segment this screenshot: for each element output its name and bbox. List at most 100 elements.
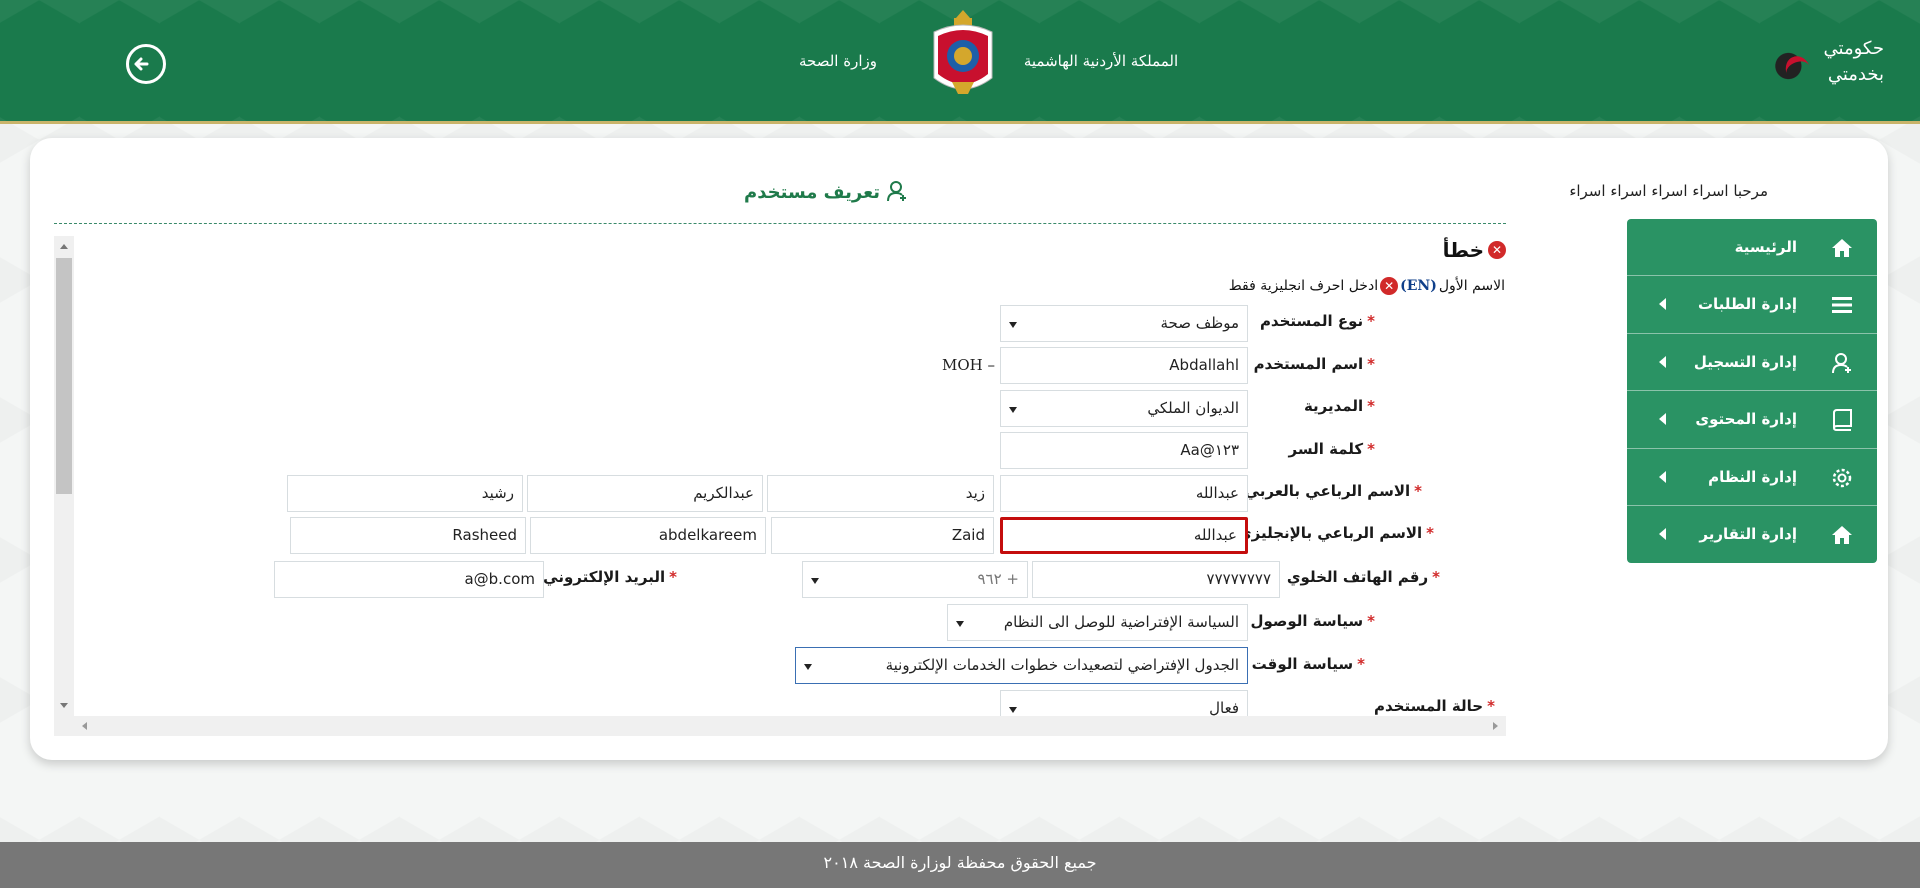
- email-label: *البريد الإلكتروني: [543, 568, 677, 586]
- logout-icon[interactable]: [126, 44, 166, 84]
- welcome-text: مرحبا اسراء اسراء اسراء اسراء: [1569, 182, 1768, 200]
- sidebar-item-registration[interactable]: إدارة التسجيل: [1627, 334, 1877, 392]
- chevron-down-icon: [1009, 322, 1017, 328]
- access-policy-select[interactable]: السياسة الإفتراضية للوصل الى النظام: [947, 604, 1248, 641]
- username-label: *اسم المستخدم: [1253, 355, 1375, 373]
- scroll-right-icon[interactable]: [1493, 722, 1498, 730]
- ministry-branding: وزارة الصحة المملكة الأردنية الهاشمية: [758, 8, 1198, 116]
- coat-of-arms-icon: [933, 10, 993, 94]
- kingdom-name: المملكة الأردنية الهاشمية: [1023, 52, 1179, 70]
- chevron-down-icon: [1009, 407, 1017, 413]
- directorate-value: الديوان الملكي: [1147, 399, 1239, 417]
- time-policy-value: الجدول الإفتراضي لتصعيدات خطوات الخدمات …: [885, 656, 1239, 674]
- footer: جميع الحقوق محفظة لوزارة الصحة ٢٠١٨: [0, 842, 1920, 888]
- clip-row: *حالة المستخدم فعال: [74, 680, 1506, 716]
- time-policy-label: *سياسة الوقت: [1251, 655, 1365, 673]
- time-policy-select[interactable]: الجدول الإفتراضي لتصعيدات خطوات الخدمات …: [795, 647, 1248, 684]
- sidebar-item-label: إدارة النظام: [1708, 467, 1797, 486]
- user-status-select[interactable]: فعال: [1000, 690, 1248, 716]
- error-field-lang: (EN): [1400, 278, 1437, 294]
- chevron-down-icon: [1009, 707, 1017, 713]
- gov-mark-icon: [1762, 48, 1806, 84]
- ministry-name: وزارة الصحة: [799, 52, 877, 70]
- logout-arrow-icon: [134, 57, 149, 71]
- sidebar-item-content[interactable]: إدارة المحتوى: [1627, 391, 1877, 449]
- gov-line-1: حكومتي: [1823, 38, 1884, 59]
- horizontal-scrollbar[interactable]: [54, 716, 1506, 736]
- sidebar-item-label: إدارة المحتوى: [1695, 410, 1797, 429]
- name-ar-third-input[interactable]: عبدالكريم: [527, 475, 763, 512]
- name-en-second-input[interactable]: Zaid: [771, 517, 994, 554]
- name-ar-first-input[interactable]: عبدالله: [1000, 475, 1248, 512]
- home-icon: [1829, 522, 1855, 548]
- mobile-label: *رقم الهاتف الخلوي: [1286, 568, 1440, 586]
- name-ar-second-input[interactable]: زيد: [767, 475, 994, 512]
- user-type-value: موظف صحة: [1160, 314, 1239, 332]
- error-icon: ✕: [1488, 241, 1506, 259]
- sidebar-item-label: إدارة التسجيل: [1693, 352, 1797, 371]
- gov-logo-text: حكومتي بخدمتي: [1814, 36, 1884, 88]
- sidebar-item-home[interactable]: الرئيسية: [1627, 219, 1877, 277]
- user-add-icon: [886, 180, 908, 207]
- error-icon: ✕: [1380, 277, 1399, 295]
- directorate-select[interactable]: الديوان الملكي: [1000, 390, 1248, 427]
- sidebar-item-reports[interactable]: إدارة التقارير: [1627, 506, 1877, 563]
- panel-title-text: تعريف مستخدم: [744, 182, 880, 203]
- caret-left-icon: [1659, 298, 1666, 311]
- vertical-scrollbar[interactable]: [54, 236, 74, 716]
- access-policy-value: السياسة الإفتراضية للوصل الى النظام: [1003, 613, 1239, 631]
- gear-icon: [1829, 465, 1855, 491]
- name-ar-label: *الاسم الرباعي بالعربي: [1244, 482, 1422, 500]
- country-code-select[interactable]: + ٩٦٢: [802, 561, 1028, 598]
- error-field-name: الاسم الأول: [1438, 278, 1505, 294]
- mobile-input[interactable]: ٧٧٧٧٧٧٧٧: [1032, 561, 1280, 598]
- email-input[interactable]: a@b.com: [274, 561, 544, 598]
- user-add-icon: [1829, 350, 1855, 376]
- caret-left-icon: [1659, 355, 1666, 368]
- caret-left-icon: [1659, 413, 1666, 426]
- name-ar-fourth-input[interactable]: رشيد: [287, 475, 523, 512]
- sidebar-item-system[interactable]: إدارة النظام: [1627, 449, 1877, 506]
- name-en-label: *الاسم الرباعي بالإنجليزي: [1237, 524, 1434, 542]
- name-en-first-input[interactable]: عبدالله: [1000, 517, 1248, 554]
- error-title-text: خطأ: [1442, 238, 1484, 262]
- list-icon: [1829, 292, 1855, 318]
- name-en-third-input[interactable]: abdelkareem: [530, 517, 766, 554]
- caret-left-icon: [1659, 527, 1666, 540]
- header: وزارة الصحة المملكة الأردنية الهاشمية حك…: [0, 0, 1920, 124]
- chevron-down-icon: [811, 578, 819, 584]
- chevron-down-icon: [804, 664, 812, 670]
- home-icon: [1829, 235, 1855, 261]
- directorate-label: *المديرية: [1303, 397, 1375, 415]
- error-message: الاسم الأول (EN) ✕ ادخل احرف انجليزية فق…: [1229, 276, 1505, 296]
- gov-line-2: بخدمتي: [1827, 64, 1884, 85]
- username-input[interactable]: Abdallahl: [1000, 347, 1248, 384]
- password-input[interactable]: Aa@١٢٣: [1000, 432, 1248, 469]
- username-suffix: MOH –: [942, 356, 996, 374]
- sidebar: الرئيسية إدارة الطلبات إدارة التسجيل إدا…: [1627, 219, 1877, 563]
- user-status-value: فعال: [1209, 699, 1239, 716]
- country-code-value: + ٩٦٢: [977, 570, 1019, 588]
- scroll-down-icon[interactable]: [60, 703, 68, 708]
- name-en-fourth-input[interactable]: Rasheed: [290, 517, 526, 554]
- user-type-select[interactable]: موظف صحة: [1000, 305, 1248, 342]
- sidebar-item-requests[interactable]: إدارة الطلبات: [1627, 276, 1877, 334]
- sidebar-item-label: إدارة التقارير: [1699, 524, 1797, 543]
- panel-divider: [54, 223, 1506, 224]
- caret-left-icon: [1659, 470, 1666, 483]
- book-icon: [1829, 407, 1855, 433]
- sidebar-item-label: إدارة الطلبات: [1697, 295, 1797, 314]
- scroll-up-icon[interactable]: [60, 244, 68, 249]
- sidebar-item-label: الرئيسية: [1734, 238, 1797, 256]
- chevron-down-icon: [956, 621, 964, 627]
- user-type-label: *نوع المستخدم: [1259, 312, 1375, 330]
- scroll-left-icon[interactable]: [82, 722, 87, 730]
- access-policy-label: *سياسة الوصول: [1250, 612, 1375, 630]
- panel-title: تعريف مستخدم: [708, 180, 908, 206]
- password-label: *كلمة السر: [1288, 440, 1375, 458]
- gov-logo: حكومتي بخدمتي: [1724, 36, 1884, 92]
- error-title: ✕ خطأ: [1443, 238, 1506, 262]
- error-message-text: ادخل احرف انجليزية فقط: [1228, 278, 1379, 294]
- user-status-label: *حالة المستخدم: [1374, 697, 1495, 715]
- scroll-thumb[interactable]: [56, 258, 72, 494]
